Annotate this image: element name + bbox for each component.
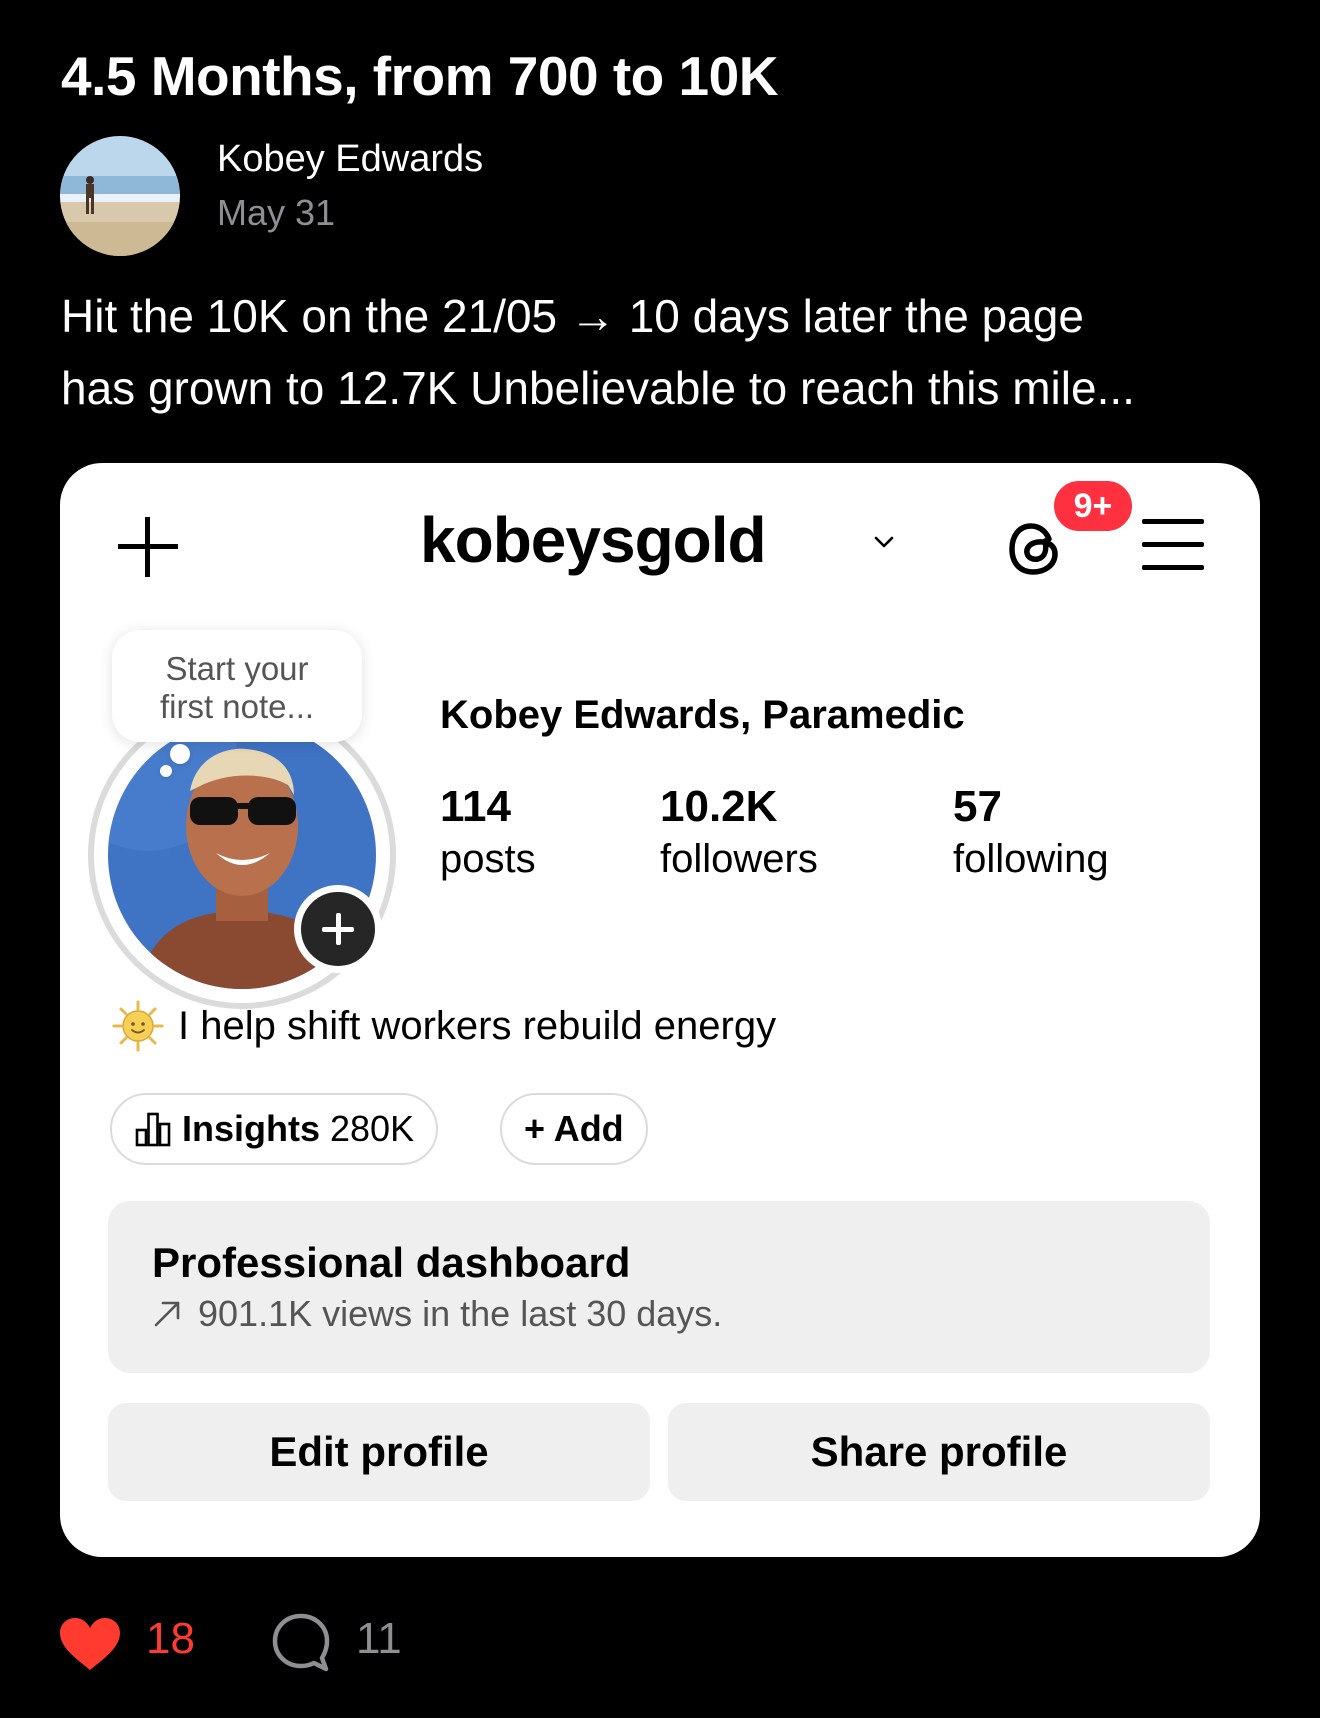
post-date: May 31 <box>217 192 336 233</box>
post-body-line: has grown to 12.7K Unbelievable to reach… <box>61 362 1135 414</box>
bar-chart-icon <box>135 1112 171 1147</box>
like-count[interactable]: 18 <box>146 1614 195 1664</box>
heart-icon[interactable] <box>58 1616 122 1672</box>
author-name[interactable]: Kobey Edwards <box>217 138 483 181</box>
stat-value: 114 <box>440 782 511 831</box>
trend-arrow-icon <box>154 1301 180 1327</box>
dashboard-title: Professional dashboard <box>152 1239 631 1286</box>
bio: I help shift workers rebuild energy <box>112 1000 776 1052</box>
dashboard-views-text: 901.1K views in the last 30 days. <box>198 1293 723 1334</box>
post-title: 4.5 Months, from 700 to 10K <box>61 45 778 107</box>
notification-badge[interactable]: 9+ <box>1050 477 1136 535</box>
new-post-plus-icon[interactable] <box>112 511 184 583</box>
stat-label: followers <box>660 837 818 881</box>
comment-count[interactable]: 11 <box>356 1614 402 1664</box>
display-name: Kobey Edwards, Paramedic <box>440 693 965 737</box>
profile-screenshot-card[interactable]: kobeysgold 9+ Start your first note... K… <box>60 463 1260 1557</box>
professional-dashboard[interactable]: Professional dashboard 901.1K views in t… <box>108 1201 1210 1373</box>
chevron-down-icon[interactable] <box>873 531 895 553</box>
add-button[interactable]: + Add <box>500 1093 648 1165</box>
stat-value: 10.2K <box>660 782 778 831</box>
menu-icon[interactable] <box>1142 515 1206 575</box>
edit-profile-button[interactable]: Edit profile <box>108 1403 650 1501</box>
dashboard-subtitle: 901.1K views in the last 30 days. <box>152 1293 722 1335</box>
author-avatar[interactable] <box>60 136 180 256</box>
stat-label: posts <box>440 837 536 881</box>
note-bubble[interactable]: Start your first note... <box>112 630 362 742</box>
threads-icon[interactable] <box>1003 517 1067 581</box>
bio-text: I help shift workers rebuild energy <box>178 1003 777 1048</box>
stat-followers[interactable]: 10.2K followers <box>660 781 818 885</box>
post-body-line: Hit the 10K on the 21/05 → 10 days later… <box>61 290 1084 342</box>
share-profile-button[interactable]: Share profile <box>668 1403 1210 1501</box>
comment-icon[interactable] <box>270 1612 332 1674</box>
insights-button[interactable]: Insights 280K <box>110 1093 439 1165</box>
note-bubble-dot <box>170 744 190 764</box>
note-line: first note... <box>159 688 315 725</box>
stat-value: 57 <box>953 782 1002 831</box>
stat-label: following <box>953 837 1109 881</box>
sun-icon <box>112 1000 164 1052</box>
post-body: Hit the 10K on the 21/05 → 10 days later… <box>61 280 1281 424</box>
insights-label: Insights <box>182 1108 321 1149</box>
note-bubble-dot <box>160 765 172 777</box>
note-line: Start your <box>165 650 309 687</box>
stat-posts[interactable]: 114 posts <box>440 781 536 885</box>
insights-value: 280K <box>330 1108 415 1149</box>
profile-username[interactable]: kobeysgold <box>420 503 767 577</box>
add-story-button[interactable] <box>294 885 382 973</box>
stat-following[interactable]: 57 following <box>953 781 1109 885</box>
